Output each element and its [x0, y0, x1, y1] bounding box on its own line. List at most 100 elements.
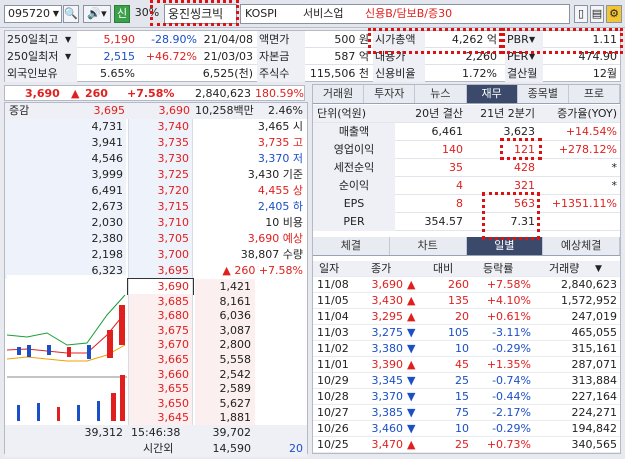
tab-sub[interactable]: 체결 — [313, 237, 390, 255]
sell-qty: 3,999 — [5, 167, 126, 183]
dropdown-icon[interactable]: ▼ — [595, 261, 602, 277]
tab-sub[interactable]: 예상체결 — [543, 237, 620, 255]
daily-close: 3,390 — [371, 358, 404, 371]
sell-price: 3,705 — [128, 231, 193, 247]
tab-fin[interactable]: 거래원 — [313, 85, 365, 103]
summary-value: 5.65% — [100, 67, 135, 80]
daily-date: 11/08 — [317, 278, 349, 291]
sell-row[interactable]: 4,546 3,730 3,370 저 — [5, 151, 307, 167]
buy-price: 3,690 — [127, 278, 194, 295]
toolbar: 095720 ▼ 🔍 🔊▾ 신 30% 웅진씽크빅 KOSPI 서비스업 신용B… — [0, 0, 625, 28]
after-hours-label: 시간외 — [143, 442, 174, 455]
header-pct: 2.46% — [268, 104, 303, 117]
fin-value-1: 8 — [456, 197, 463, 210]
daily-diff: 25 — [455, 374, 469, 387]
daily-close: 3,380 — [371, 342, 404, 355]
sell-row[interactable]: 3,941 3,735 3,735 고 — [5, 135, 307, 151]
tab-sub[interactable]: 차트 — [389, 237, 467, 255]
sell-info: 38,807 수량 — [240, 248, 303, 261]
sell-qty: 2,380 — [5, 231, 126, 247]
after-hours-count: 20 — [289, 442, 303, 455]
daily-volume: 465,055 — [571, 326, 618, 339]
daily-row[interactable]: 11/02 3,380 ▼ 10 -0.29% 315,161 — [313, 341, 620, 357]
summary-row: 250일최고 ▼ 5,190 -28.90% 21/04/08 액면가 500 … — [5, 31, 620, 48]
daily-rate: +4.10% — [486, 294, 531, 307]
sell-row[interactable]: 2,380 3,705 3,690 예상 — [5, 231, 307, 247]
tab-fin[interactable]: 재무 — [466, 85, 518, 103]
summary-label3: 신용비율 — [373, 65, 425, 82]
daily-row[interactable]: 11/04 3,295 ▲ 20 +0.61% 247,019 — [313, 309, 620, 325]
tab-fin[interactable]: 뉴스 — [415, 85, 467, 103]
daily-row[interactable]: 10/26 3,460 ▼ 10 -0.29% 194,842 — [313, 421, 620, 437]
daily-rate: -0.44% — [492, 390, 531, 403]
dropdown-icon[interactable]: ▼ — [65, 48, 71, 65]
order-book: 증감 3,695 3,690 10,258백만 2.46% 4,731 3,740… — [4, 102, 308, 457]
sell-row[interactable]: 2,673 3,715 2,405 하 — [5, 199, 307, 215]
sell-info: 3,430 기준 — [247, 168, 303, 181]
sell-info: 10 비용 — [265, 216, 303, 229]
daily-row[interactable]: 11/05 3,430 ▲ 135 +4.10% 1,572,952 — [313, 293, 620, 309]
dropdown-icon[interactable]: ▼ — [65, 31, 71, 48]
sell-row[interactable]: 2,030 3,710 10 비용 — [5, 215, 307, 231]
sell-row[interactable]: 2,198 3,700 38,807 수량 — [5, 247, 307, 263]
daily-row[interactable]: 10/29 3,345 ▼ 25 -0.74% 313,884 — [313, 373, 620, 389]
total-buy-qty: 39,702 — [212, 426, 252, 439]
sin-label: 신 — [116, 7, 128, 20]
fin-value-3: * — [611, 179, 618, 192]
daily-row[interactable]: 10/28 3,370 ▼ 15 -0.44% 227,164 — [313, 389, 620, 405]
sell-info: 2,405 하 — [257, 200, 303, 213]
daily-row[interactable]: 11/08 3,690 ▲ 260 +7.58% 2,840,623 — [313, 277, 620, 293]
fin-value-1: 4 — [456, 179, 463, 192]
notes-icon[interactable]: ▤ — [590, 5, 604, 23]
tab-fin[interactable]: 종목별 — [517, 85, 569, 103]
search-icon[interactable]: 🔍 — [63, 5, 79, 23]
order-book-header: 증감 3,695 3,690 10,258백만 2.46% — [5, 103, 307, 119]
sell-qty: 2,673 — [5, 199, 126, 215]
daily-close: 3,430 — [371, 294, 404, 307]
tab-fin[interactable]: 프로 — [568, 85, 621, 103]
sell-row[interactable]: 3,999 3,725 3,430 기준 — [5, 167, 307, 183]
daily-row[interactable]: 10/25 3,470 ▲ 25 +0.73% 340,565 — [313, 437, 620, 453]
summary-value3: 2,260 — [465, 50, 498, 63]
tab-sub[interactable]: 일별 — [466, 237, 544, 255]
sell-price: 3,735 — [128, 135, 193, 151]
daily-diff: 25 — [455, 438, 469, 451]
down-arrow-icon: ▼ — [407, 406, 416, 419]
doc-icon[interactable]: ▯ — [574, 5, 588, 23]
summary-label3: 대용가 — [373, 48, 425, 65]
daily-diff: 260 — [448, 278, 469, 291]
tab-fin[interactable]: 투자자 — [364, 85, 416, 103]
dropdown-icon[interactable]: ▼ — [529, 31, 535, 48]
fin-value-1: 140 — [442, 143, 463, 156]
fin-value-2: 321 — [514, 179, 535, 192]
sell-qty: 4,546 — [5, 151, 126, 167]
daily-close: 3,345 — [371, 374, 404, 387]
dropdown-icon[interactable]: ▼ — [529, 48, 535, 65]
pct-badge: 30% — [132, 5, 162, 23]
price-bar: 3,690 ▲ 260 +7.58% 2,840,623 180.59% — [4, 85, 305, 101]
buy-price: 3,675 — [128, 322, 193, 338]
sin-badge[interactable]: 신 — [114, 5, 130, 23]
sell-info: 3,735 고 — [257, 136, 303, 149]
fin-value-2: 563 — [514, 197, 535, 210]
sell-row[interactable]: 4,731 3,740 3,465 시 — [5, 119, 307, 135]
sell-info: 3,465 시 — [257, 120, 303, 133]
daily-row[interactable]: 11/01 3,390 ▲ 45 +1.35% 287,071 — [313, 357, 620, 373]
summary-date: 6,525(천) — [202, 67, 253, 80]
buy-price: 3,650 — [128, 395, 193, 411]
daily-row[interactable]: 10/27 3,385 ▼ 75 -2.17% 224,271 — [313, 405, 620, 421]
speaker-icon[interactable]: 🔊▾ — [83, 5, 111, 23]
fin-tabs: 거래원 투자자 뉴스 재무 종목별 프로 — [313, 85, 621, 104]
unit-label: 단위(억원) — [317, 107, 367, 120]
fin-value-3: +1351.11% — [551, 197, 617, 210]
daily-diff: 105 — [448, 326, 469, 339]
daily-row[interactable]: 11/03 3,275 ▼ 105 -3.11% 465,055 — [313, 325, 620, 341]
sell-price: 3,730 — [128, 151, 193, 167]
gear-icon[interactable]: ⚙ — [606, 5, 622, 23]
daily-rate: +1.35% — [486, 358, 531, 371]
daily-close: 3,690 — [371, 278, 404, 291]
stock-name-field[interactable]: 웅진씽크빅 — [164, 4, 237, 24]
daily-date: 10/29 — [317, 374, 349, 387]
sell-row[interactable]: 6,491 3,720 4,455 상 — [5, 183, 307, 199]
stock-code-input[interactable]: 095720 ▼ — [4, 5, 62, 23]
